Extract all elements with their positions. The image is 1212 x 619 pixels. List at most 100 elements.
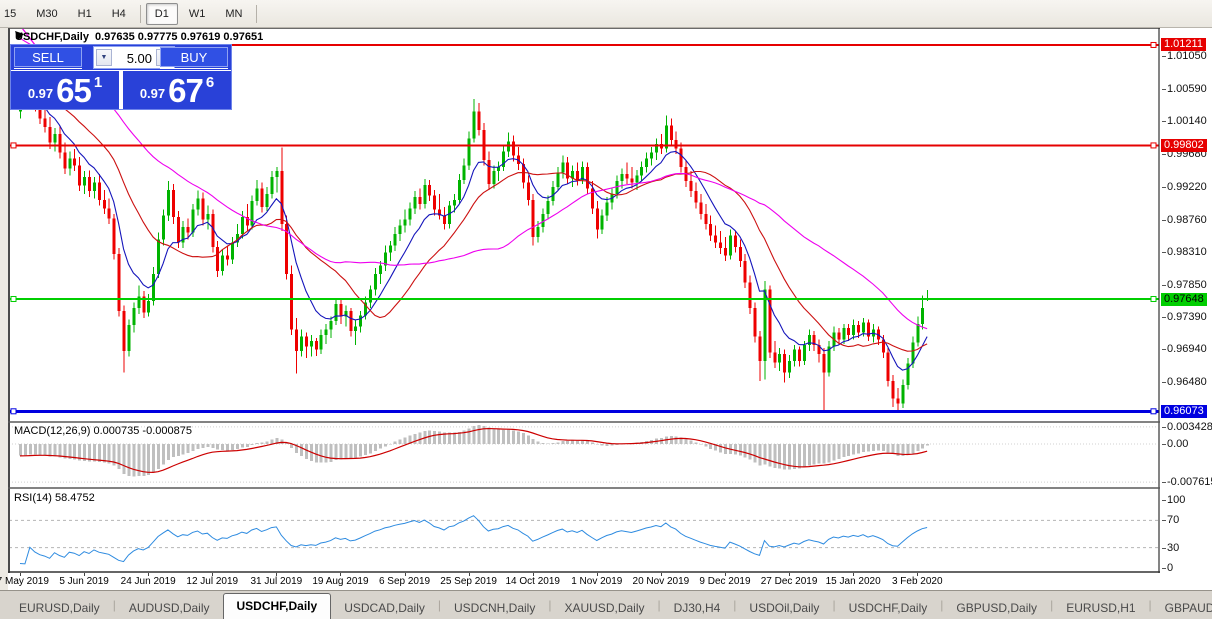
timeframe-button-15[interactable]: 15 [0,3,25,25]
macd-histogram-bar [556,442,560,444]
macd-histogram-bar [398,439,402,444]
lot-decrease-button[interactable]: ▼ [96,49,112,66]
candle-body [694,191,698,203]
macd-histogram-bar [152,444,156,473]
buy-price-pip: 6 [205,74,215,91]
candle-body [581,166,585,180]
candle-body [157,239,161,274]
tab-usdcad-daily[interactable]: USDCAD,Daily [331,597,438,619]
date-axis-label: 17 May 2019 [0,576,49,587]
candle-body [122,310,126,351]
price-level-badge: 0.97648 [1161,292,1207,306]
macd-histogram-bar [196,444,200,449]
tab-usdcnh-daily[interactable]: USDCNH,Daily [441,597,548,619]
macd-histogram-bar [837,444,841,459]
candle-body [48,127,52,143]
buy-button[interactable]: BUY [160,47,228,69]
macd-histogram-bar [876,444,880,451]
macd-histogram-bar [378,444,382,449]
candle-body [753,308,757,337]
candle-body [797,349,801,361]
candle-body [378,265,382,274]
candle-body [862,322,866,333]
tab-xauusd-daily[interactable]: XAUUSD,Daily [551,597,657,619]
candle-body [68,158,72,169]
line-handle-left [10,408,17,415]
macd-histogram-bar [161,444,165,465]
macd-histogram-bar [171,444,175,458]
date-axis-label: 9 Dec 2019 [699,576,751,587]
candle-body [73,158,77,166]
macd-histogram-bar [359,444,363,457]
tab-dj30-h4[interactable]: DJ30,H4 [661,597,734,619]
macd-histogram-bar [388,444,392,445]
tab-gbpusd-daily[interactable]: GBPUSD,Daily [943,597,1050,619]
candle-body [699,202,703,215]
candle-body [457,179,461,200]
macd-histogram-bar [733,444,737,455]
lot-size-input[interactable] [114,47,154,68]
candle-body [467,138,471,166]
macd-histogram-bar [674,436,678,444]
candle-body [793,349,797,361]
tab-eurusd-daily[interactable]: EURUSD,Daily [6,597,113,619]
candle-body [852,325,856,336]
macd-histogram-bar [866,444,870,452]
timeframe-button-H1[interactable]: H1 [69,3,101,25]
candle-body [191,209,195,233]
chart-plot-region[interactable]: USDCHF,Daily 0.97635 0.97775 0.97619 0.9… [8,28,1160,573]
price-axis-tick: 0.96940 [1162,343,1207,356]
sell-price-pip: 1 [93,74,103,91]
date-axis: 17 May 2019 5 Jun 2019 24 Jun 2019 12 Jul 2… [0,573,1212,590]
tab-usdchf-daily[interactable]: USDCHF,Daily [222,593,332,619]
timeframe-button-M30[interactable]: M30 [27,3,66,25]
candle-body [334,303,338,321]
candle-body [403,219,407,226]
candle-body [585,166,589,189]
macd-histogram-bar [314,444,318,463]
candle-body [53,134,57,143]
macd-histogram-bar [97,444,101,462]
sell-price-prefix: 0.97 [27,86,54,101]
timeframe-button-H4[interactable]: H4 [103,3,135,25]
candle-body [640,166,644,176]
candle-body [388,245,392,253]
macd-histogram-bar [684,439,688,444]
macd-histogram-bar [492,428,496,444]
macd-histogram-bar [507,429,511,444]
sell-price-display[interactable]: 0.97 65 1 [11,71,119,109]
candle-body [847,328,851,336]
macd-histogram-bar [536,441,540,444]
buy-price-display[interactable]: 0.97 67 6 [123,71,231,109]
date-axis-label: 15 Jan 2020 [825,576,881,587]
macd-histogram-bar [817,444,821,464]
tab-gbpaud-h1[interactable]: GBPAUD,H1 [1152,597,1212,619]
macd-histogram-bar [211,444,215,448]
tab-audusd-daily[interactable]: AUDUSD,Daily [116,597,223,619]
timeframe-button-W1[interactable]: W1 [180,3,215,25]
tab-usdoil-daily[interactable]: USDOil,Daily [736,597,832,619]
macd-histogram-bar [472,426,476,444]
macd-histogram-bar [216,444,220,450]
candle-body [650,152,654,159]
candle-body [783,353,787,373]
candle-body [88,176,92,192]
macd-histogram-bar [723,444,727,454]
candle-body [728,235,732,256]
price-axis-tick: 1.01050 [1162,50,1207,63]
chart-title: USDCHF,Daily 0.97635 0.97775 0.97619 0.9… [15,31,263,43]
tab-usdchf-daily[interactable]: USDCHF,Daily [836,597,941,619]
candle-body [788,360,792,373]
candle-body [280,171,284,225]
timeframe-button-MN[interactable]: MN [216,3,251,25]
date-axis-label: 12 Jul 2019 [186,576,239,587]
candle-body [240,216,244,234]
sell-button[interactable]: SELL [14,47,82,69]
macd-histogram-bar [541,442,545,444]
candle-body [763,289,767,361]
candle-body [290,273,294,330]
tab-eurusd-h1[interactable]: EURUSD,H1 [1053,597,1148,619]
timeframe-button-D1[interactable]: D1 [145,2,178,25]
macd-histogram-bar [191,444,195,452]
candle-body [270,176,274,195]
